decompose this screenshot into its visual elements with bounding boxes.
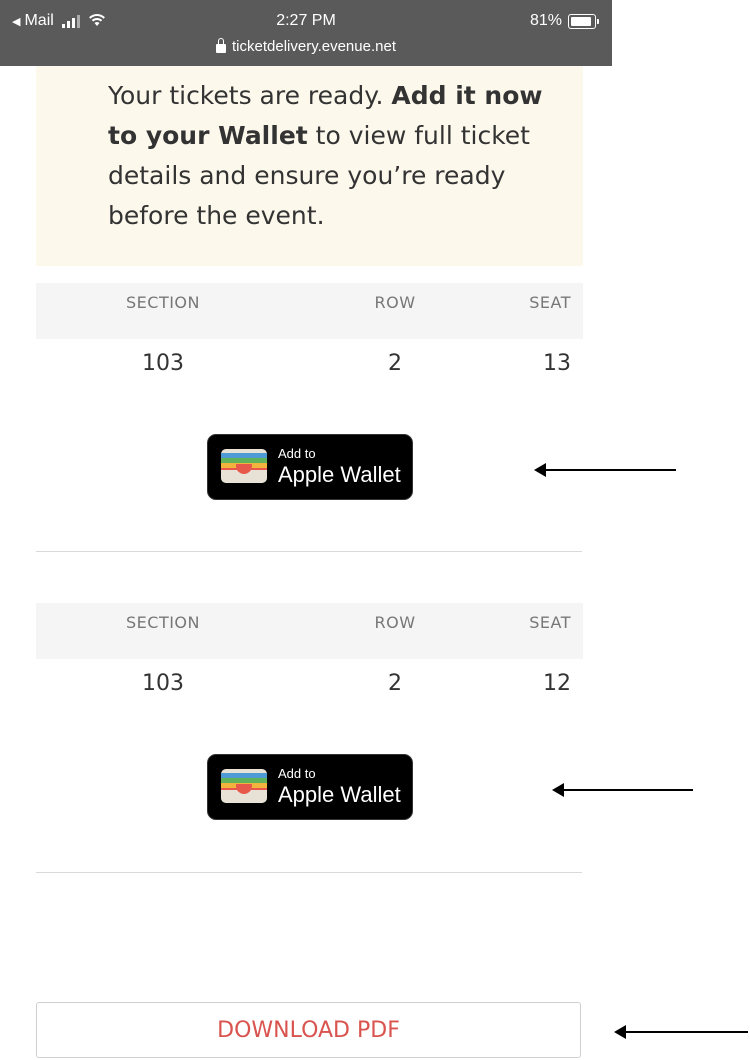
wallet-icon: [221, 769, 267, 803]
add-to-apple-wallet-button[interactable]: Add to Apple Wallet: [207, 434, 413, 500]
wallet-button-small-label: Add to: [278, 446, 316, 461]
ticket-ready-notice: Your tickets are ready. Add it now to yo…: [36, 66, 583, 266]
status-row: ◀ Mail 2:27 PM 81%: [0, 10, 612, 32]
section-value: 103: [142, 671, 184, 696]
wallet-icon: [221, 449, 267, 483]
seat-header: SEAT: [529, 293, 571, 312]
seat-header: SEAT: [529, 613, 571, 632]
lock-icon: [216, 38, 226, 53]
seat-value: 12: [543, 671, 571, 696]
arrow-annotation: [534, 463, 676, 477]
notice-text-start: Your tickets are ready.: [108, 81, 392, 110]
add-to-apple-wallet-button[interactable]: Add to Apple Wallet: [207, 754, 413, 820]
status-bar: ◀ Mail 2:27 PM 81% ticketdelivery.evenue…: [0, 0, 612, 66]
row-value: 2: [388, 671, 402, 696]
section-header: SECTION: [126, 293, 200, 312]
wallet-button-small-label: Add to: [278, 766, 316, 781]
battery-percent: 81%: [529, 12, 562, 29]
battery-status: 81%: [529, 12, 599, 30]
seat-value: 13: [543, 351, 571, 376]
ticket-header-row: SECTION ROW SEAT: [36, 603, 583, 659]
ticket-divider: [36, 551, 582, 552]
wallet-button-label: Apple Wallet: [278, 782, 401, 807]
row-header: ROW: [374, 293, 416, 312]
wallet-button-label: Apple Wallet: [278, 462, 401, 487]
battery-icon: [568, 13, 599, 29]
ticket-divider: [36, 872, 582, 873]
arrow-annotation: [552, 783, 693, 797]
row-header: ROW: [374, 613, 416, 632]
ticket-values-row: 103 2 13: [36, 339, 583, 389]
section-value: 103: [142, 351, 184, 376]
row-value: 2: [388, 351, 402, 376]
url-text: ticketdelivery.evenue.net: [232, 38, 396, 55]
arrow-annotation: [614, 1025, 748, 1039]
ticket-values-row: 103 2 12: [36, 659, 583, 709]
clock: 2:27 PM: [276, 12, 336, 29]
ticket-header-row: SECTION ROW SEAT: [36, 283, 583, 339]
download-pdf-button[interactable]: DOWNLOAD PDF: [36, 1002, 581, 1058]
notice-text: Your tickets are ready. Add it now to yo…: [108, 76, 558, 236]
section-header: SECTION: [126, 613, 200, 632]
address-bar[interactable]: ticketdelivery.evenue.net: [0, 38, 612, 55]
